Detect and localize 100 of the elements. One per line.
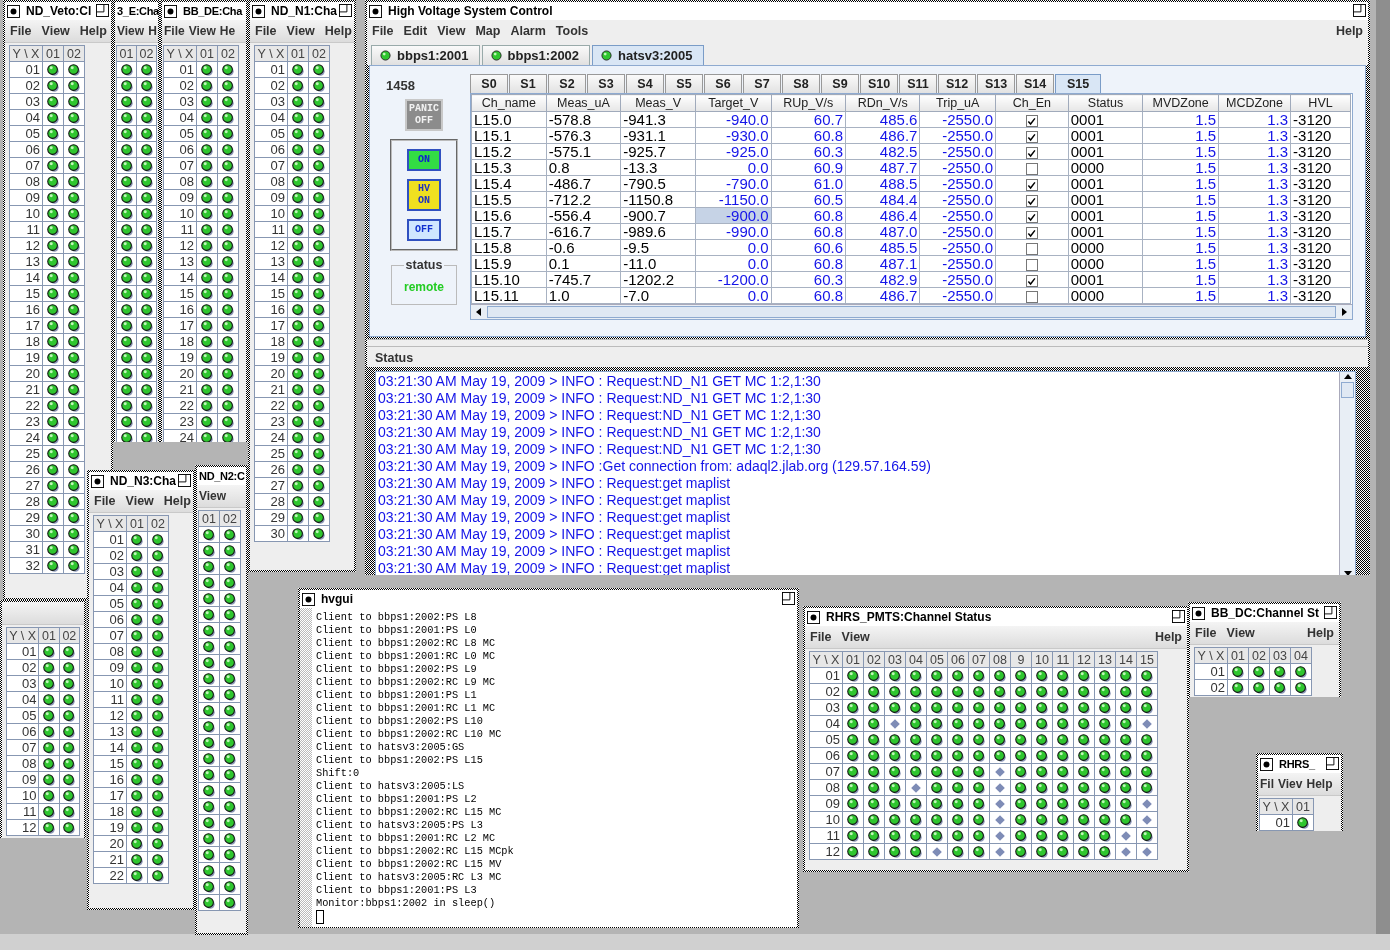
slot-tab[interactable]: S10 [860,74,898,93]
menu-item[interactable]: File [1195,626,1217,640]
menu-item[interactable]: View [188,24,216,38]
vertical-scrollbar[interactable] [1339,372,1355,575]
checkbox[interactable] [1025,195,1038,208]
column-header[interactable]: Ch_name [471,94,547,112]
slot-tab[interactable]: S9 [821,74,859,93]
menu-item[interactable]: Help [79,24,107,38]
column-header[interactable]: RDn_V/s [845,94,920,112]
column-header[interactable]: Meas_uA [546,94,621,112]
close-icon[interactable] [7,4,20,18]
menu-item[interactable]: Help [1335,24,1363,38]
slot-tab[interactable]: S6 [704,74,742,93]
maximize-icon[interactable] [178,474,191,487]
maximize-icon[interactable] [1326,757,1339,770]
menu-item[interactable]: Tools [555,24,589,38]
menu-item[interactable]: View [41,24,70,38]
checkbox[interactable] [1025,115,1038,128]
menu-item[interactable]: File [372,24,394,38]
slot-tab[interactable]: S3 [587,74,625,93]
arrow-up-icon[interactable] [1342,372,1353,382]
menu-item[interactable]: File [10,24,32,38]
checkbox[interactable] [1025,131,1038,144]
column-header[interactable]: RUp_V/s [771,94,846,112]
menu-item[interactable]: Help [1306,626,1334,640]
column-header[interactable]: Status [1068,94,1143,112]
menu-item[interactable]: View [841,630,870,644]
close-icon[interactable] [1192,606,1205,620]
checkbox[interactable] [1025,243,1038,256]
checkbox[interactable] [1025,147,1038,160]
host-tab[interactable]: hatsv3:2005 [592,45,704,65]
menu-item[interactable]: Edit [403,24,428,38]
power-button[interactable]: ON [407,149,441,171]
host-tab[interactable]: bbps1:2002 [481,45,591,65]
menu-item[interactable]: Viev [1278,777,1303,791]
host-tab[interactable]: bbps1:2001 [371,45,480,65]
menu-item[interactable]: Fil [1260,777,1274,791]
menu-item[interactable]: File [810,630,832,644]
menu-item[interactable]: View [437,24,466,38]
slot-tab[interactable]: S8 [782,74,820,93]
maximize-icon[interactable] [96,4,109,17]
scroll-thumb[interactable] [1341,382,1354,398]
menu-item[interactable]: He [219,24,236,38]
column-header[interactable]: Trip_uA [919,94,996,112]
slot-tab[interactable]: S5 [665,74,703,93]
checkbox[interactable] [1025,275,1038,288]
maximize-icon[interactable] [1353,4,1366,17]
slot-tab[interactable]: S14 [1016,74,1054,93]
slot-tab[interactable]: S0 [470,74,508,93]
menu-item[interactable]: View [1226,626,1255,640]
column-header[interactable]: MVDZone [1142,94,1219,112]
menu-item[interactable]: Map [475,24,501,38]
column-header[interactable]: Ch_En [995,94,1069,112]
close-icon[interactable] [1260,757,1273,771]
arrow-left-icon[interactable] [474,307,484,318]
menu-item[interactable]: View [199,489,227,503]
checkbox[interactable] [1025,179,1038,192]
close-icon[interactable] [164,4,177,18]
close-icon[interactable] [91,474,104,488]
menu-item[interactable]: Help [324,24,352,38]
slot-tab[interactable]: S4 [626,74,664,93]
column-header[interactable]: MCDZone [1218,94,1291,112]
menu-item[interactable]: File [255,24,277,38]
checkbox[interactable] [1025,291,1038,304]
checkbox[interactable] [1025,227,1038,240]
maximize-icon[interactable] [339,4,352,17]
checkbox[interactable] [1025,163,1038,176]
arrow-down-icon[interactable] [1342,568,1353,575]
horizontal-scrollbar[interactable] [471,304,1352,320]
close-icon[interactable] [369,4,382,18]
close-icon[interactable] [252,4,265,18]
slot-tab[interactable]: S7 [743,74,781,93]
menu-item[interactable]: Help [163,494,191,508]
checkbox[interactable] [1025,259,1038,272]
menu-item[interactable]: View [286,24,315,38]
arrow-right-icon[interactable] [1339,307,1349,318]
power-button[interactable]: HV ON [407,179,441,211]
column-header[interactable]: Meas_V [620,94,696,112]
slot-tab[interactable]: S2 [548,74,586,93]
menu-item[interactable]: H [148,24,157,38]
slot-tab[interactable]: S11 [899,74,937,93]
slot-tab[interactable]: S12 [938,74,976,93]
column-header[interactable]: Target_V [695,94,772,112]
menu-item[interactable]: View [125,494,154,508]
maximize-icon[interactable] [1324,606,1337,619]
menu-item[interactable]: File [164,24,185,38]
menu-item[interactable]: File [94,494,116,508]
slot-tab[interactable]: S1 [509,74,547,93]
scroll-thumb[interactable] [487,306,1336,319]
power-button[interactable]: OFF [407,219,441,241]
slot-tab[interactable]: S15 [1055,74,1101,93]
menu-item[interactable]: Alarm [510,24,546,38]
close-icon[interactable] [302,592,315,606]
menu-item[interactable]: Help [1306,777,1333,791]
menu-item[interactable]: View [117,24,145,38]
close-icon[interactable] [807,610,820,624]
maximize-icon[interactable] [782,592,795,605]
slot-tab[interactable]: S13 [977,74,1015,93]
menu-item[interactable]: Help [1154,630,1182,644]
checkbox[interactable] [1025,211,1038,224]
